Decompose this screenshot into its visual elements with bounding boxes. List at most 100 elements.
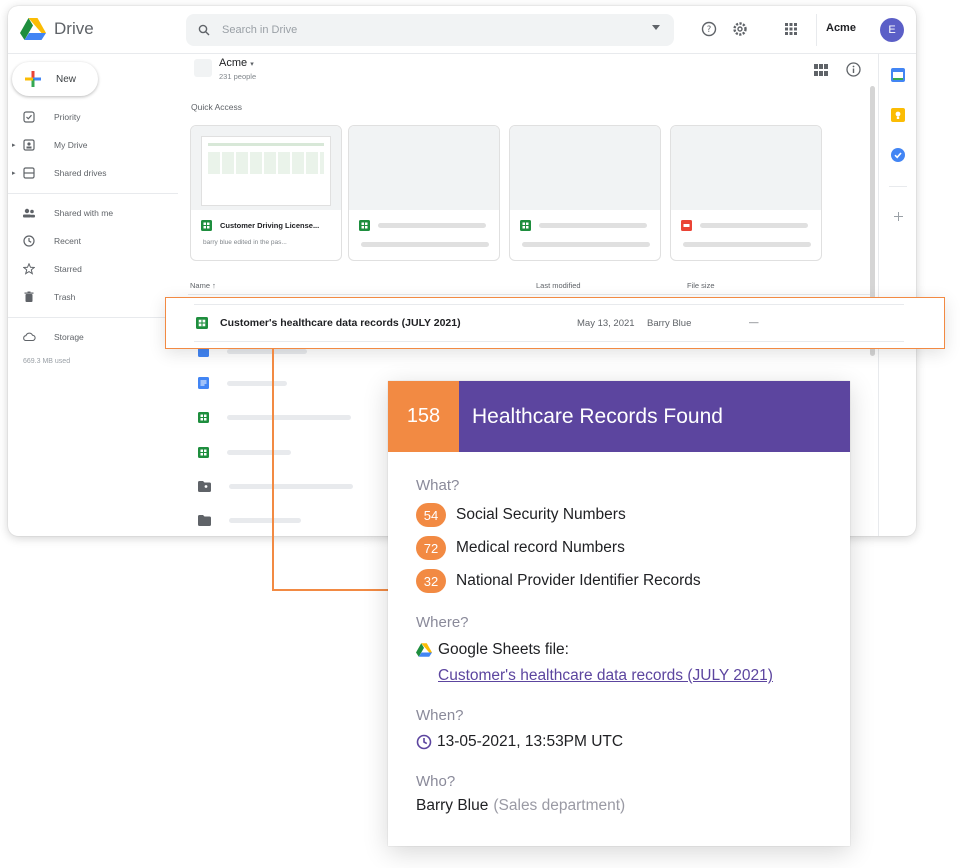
google-sheets-icon <box>359 220 370 231</box>
sidebar-item-label: Recent <box>54 236 81 246</box>
file-thumbnail <box>191 126 341 210</box>
sidebar-item-label: Shared drives <box>54 168 107 178</box>
grid-view-icon[interactable] <box>814 64 828 76</box>
sidebar-divider <box>8 317 178 318</box>
clock-icon <box>416 734 432 750</box>
sidebar-item-storage[interactable]: Storage <box>12 327 84 347</box>
sidebar-item-trash[interactable]: Trash <box>12 287 75 307</box>
drive-logo-icon <box>20 18 46 40</box>
new-button[interactable]: New <box>12 62 98 96</box>
shared-with-me-icon <box>23 208 35 218</box>
google-slides-icon <box>681 220 692 231</box>
finding-label: National Provider Identifier Records <box>456 572 701 589</box>
list-item[interactable] <box>198 376 287 390</box>
finding-count-badge: 32 <box>416 569 446 593</box>
finding-count-badge: 72 <box>416 536 446 560</box>
keep-icon[interactable] <box>891 108 905 122</box>
person-name: Barry Blue <box>416 797 489 814</box>
connector-line <box>272 349 274 590</box>
search-icon <box>198 24 210 36</box>
finding-item: 32 National Provider Identifier Records <box>416 569 701 593</box>
findings-total-count: 158 <box>388 381 459 452</box>
folder-title[interactable]: Acme ▾ <box>219 57 254 69</box>
finding-item: 72 Medical record Numbers <box>416 536 625 560</box>
list-item[interactable] <box>198 513 301 527</box>
last-modified-date: May 13, 2021 <box>577 318 635 329</box>
storage-used: 669.3 MB used <box>23 358 71 365</box>
help-icon[interactable]: ? <box>701 21 717 37</box>
finding-count-badge: 54 <box>416 503 446 527</box>
new-label: New <box>56 73 77 85</box>
my-drive-icon <box>23 139 35 151</box>
sidebar-divider <box>8 193 178 194</box>
list-item[interactable] <box>198 410 351 424</box>
quick-access-card[interactable] <box>509 125 661 261</box>
google-sheets-icon <box>520 220 531 231</box>
what-label: What? <box>416 477 460 494</box>
svg-text:?: ? <box>707 25 712 35</box>
cloud-icon <box>23 332 36 342</box>
quick-access-card[interactable] <box>348 125 500 261</box>
apps-grid-icon[interactable] <box>783 21 799 37</box>
when-label: When? <box>416 707 464 724</box>
timestamp-row: 13-05-2021, 13:53PM UTC <box>416 733 623 751</box>
finding-label: Social Security Numbers <box>456 506 626 523</box>
app-name: Drive <box>54 19 94 38</box>
side-panel <box>878 54 916 536</box>
findings-card: 158 Healthcare Records Found What? 54 So… <box>388 381 850 846</box>
sidebar-item-label: My Drive <box>54 140 88 150</box>
file-type-label: Google Sheets file: <box>438 641 569 658</box>
expand-arrow-icon[interactable]: ▸ <box>12 169 22 177</box>
file-link[interactable]: Customer's healthcare data records (JULY… <box>438 667 773 685</box>
timestamp: 13-05-2021, 13:53PM UTC <box>437 733 624 750</box>
file-type-row: Google Sheets file: <box>416 641 569 659</box>
highlighted-file-row[interactable]: Customer's healthcare data records (JULY… <box>165 297 945 349</box>
side-panel-divider <box>889 186 907 187</box>
column-header-last-modified[interactable]: Last modified <box>536 281 581 290</box>
google-sheets-icon <box>198 446 209 458</box>
top-bar: Drive Search in Drive ? Acme E <box>8 6 916 54</box>
google-drive-icon <box>416 643 432 657</box>
list-item[interactable] <box>198 445 291 459</box>
add-icon[interactable] <box>894 212 903 221</box>
file-thumbnail <box>510 126 660 210</box>
avatar[interactable]: E <box>880 18 904 42</box>
folder-icon <box>198 514 211 526</box>
column-header-divider <box>188 294 870 295</box>
file-size: — <box>749 317 759 328</box>
file-thumbnail <box>671 126 821 210</box>
info-icon[interactable] <box>846 62 861 77</box>
clock-icon <box>23 235 35 247</box>
card-file-name: Customer Driving License... <box>220 221 320 230</box>
sidebar-item-priority[interactable]: Priority <box>12 107 80 127</box>
search-placeholder: Search in Drive <box>222 24 298 36</box>
who-label: Who? <box>416 773 456 790</box>
card-file-subtitle: barry blue edited in the pas... <box>203 239 287 246</box>
search-input[interactable]: Search in Drive <box>186 14 674 46</box>
sidebar-item-starred[interactable]: Starred <box>12 259 82 279</box>
trash-icon <box>24 291 34 302</box>
findings-header: 158 Healthcare Records Found <box>388 381 850 452</box>
sidebar-item-shared-drives[interactable]: ▸ Shared drives <box>12 163 106 183</box>
column-header-name[interactable]: Name ↑ <box>190 281 216 290</box>
folder-subtitle: 231 people <box>219 72 257 81</box>
findings-title: Healthcare Records Found <box>459 381 850 452</box>
list-item[interactable] <box>198 479 353 493</box>
calendar-icon[interactable] <box>891 68 905 82</box>
file-thumbnail <box>349 126 499 210</box>
quick-access-label: Quick Access <box>191 102 243 112</box>
sidebar-item-my-drive[interactable]: ▸ My Drive <box>12 135 88 155</box>
quick-access-card[interactable]: Customer Driving License... barry blue e… <box>190 125 342 261</box>
chevron-down-icon[interactable]: ▾ <box>250 61 254 68</box>
tasks-icon[interactable] <box>891 148 905 162</box>
search-options-icon[interactable] <box>652 25 660 30</box>
drive-logo[interactable]: Drive <box>20 18 94 40</box>
quick-access-card[interactable] <box>670 125 822 261</box>
sort-arrow-up-icon[interactable]: ↑ <box>212 281 216 290</box>
sidebar-item-shared-with-me[interactable]: Shared with me <box>12 203 113 223</box>
file-name: Customer's healthcare data records (JULY… <box>220 317 461 329</box>
expand-arrow-icon[interactable]: ▸ <box>12 141 22 149</box>
sidebar-item-recent[interactable]: Recent <box>12 231 81 251</box>
column-header-file-size[interactable]: File size <box>687 281 715 290</box>
gear-icon[interactable] <box>732 21 748 37</box>
